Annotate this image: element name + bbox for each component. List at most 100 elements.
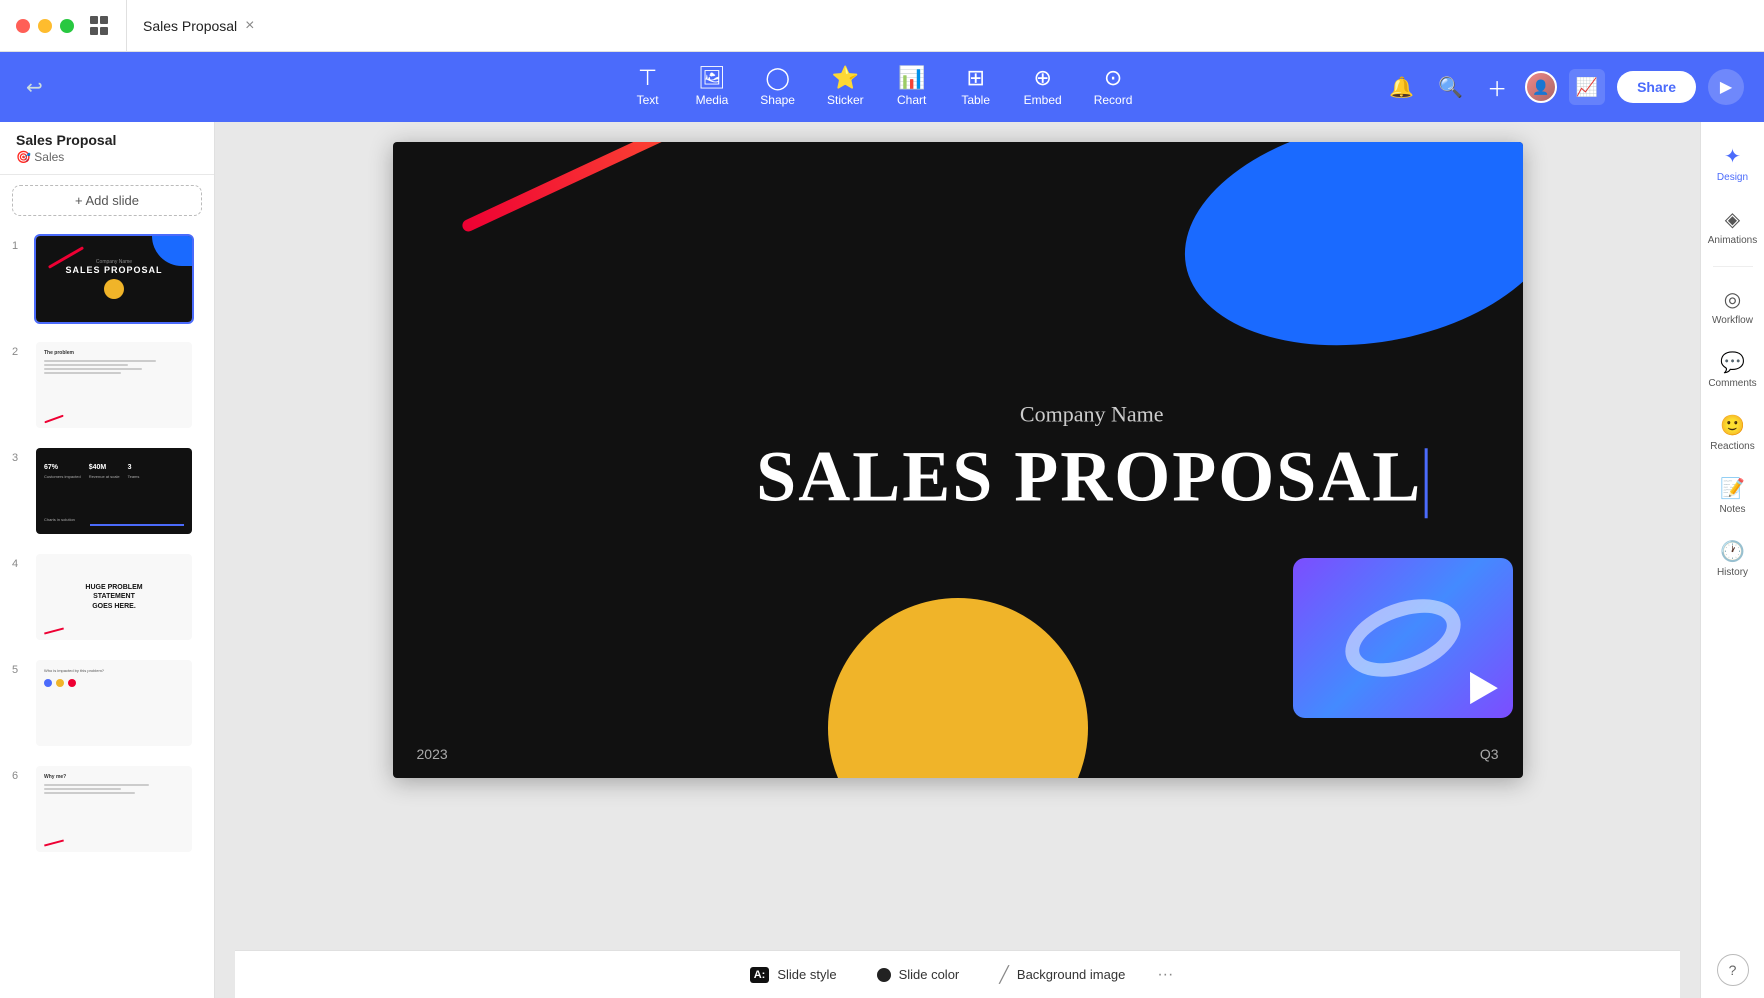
sticker-ring [1334,585,1471,692]
red-line [460,142,719,233]
bottom-bar: A: Slide style Slide color ╱ Background … [235,950,1680,998]
blue-shape [1166,142,1522,373]
sticker-icon: ⭐ [832,67,859,89]
slide-thumbnail[interactable]: Company Name SALES PROPOSAL [34,234,194,324]
background-image-item[interactable]: ╱ Background image [991,961,1133,989]
text-tool-label: Text [637,93,659,107]
breadcrumb-title: Sales Proposal [16,132,198,148]
sticker-tool-button[interactable]: ⭐ Sticker [813,61,878,113]
sticker[interactable] [1293,558,1513,718]
slide-year: 2023 [417,746,448,762]
workflow-icon: ◎ [1724,287,1741,312]
window-controls [0,0,127,51]
text-cursor [1424,449,1427,519]
table-icon: ⊞ [966,67,984,89]
right-panel: ✦ Design ◈ Animations ◎ Workflow 💬 Comme… [1700,122,1764,998]
slide-thumbnail[interactable]: The problem [34,340,194,430]
shape-tool-label: Shape [760,93,795,107]
tab-title: Sales Proposal [143,18,237,34]
slide-thumbnail[interactable]: Why me? [34,764,194,854]
avatar[interactable]: 👤 [1525,71,1557,103]
add-button[interactable]: ＋ [1481,69,1513,106]
slide-style-icon: A: [750,967,770,983]
list-item[interactable]: 4 HUGE PROBLEMSTATEMENTGOES HERE. [8,548,206,646]
notes-label: Notes [1719,504,1745,515]
list-item[interactable]: 5 Who is impacted by this problem? [8,654,206,752]
left-panel: Sales Proposal 🎯 Sales + Add slide 1 Com… [0,122,215,998]
slash-icon: ╱ [999,965,1009,985]
main-layout: Sales Proposal 🎯 Sales + Add slide 1 Com… [0,122,1764,998]
slide-canvas[interactable]: Company Name SALES PROPOSAL 2023 Q3 [393,142,1523,778]
analytics-button[interactable]: 📈 [1569,69,1605,105]
notes-icon: 📝 [1720,476,1745,501]
text-tool-button[interactable]: ⊤ Text [618,61,678,113]
slide-thumbnail[interactable]: 67% Customers impacted $40M Revenue at s… [34,446,194,536]
comments-label: Comments [1708,378,1756,389]
record-tool-label: Record [1094,93,1133,107]
media-tool-button[interactable]: 🖼 Media [682,61,743,113]
sticker-tool-label: Sticker [827,93,864,107]
more-options-button[interactable]: ··· [1157,966,1173,984]
canvas-area: Company Name SALES PROPOSAL 2023 Q3 A: S… [215,122,1700,998]
media-icon: 🖼 [698,67,726,89]
workflow-button[interactable]: ◎ Workflow [1705,277,1761,336]
help-button[interactable]: ? [1717,954,1749,986]
top-bar: Sales Proposal × [0,0,1764,52]
chart-tool-button[interactable]: 📊 Chart [882,61,942,113]
design-icon: ✦ [1724,144,1741,169]
add-slide-button[interactable]: + Add slide [12,185,202,216]
slide-number: 3 [12,452,26,464]
notification-button[interactable]: 🔔 [1383,71,1420,104]
tab[interactable]: Sales Proposal × [127,0,271,51]
close-dot[interactable] [16,19,30,33]
comments-button[interactable]: 💬 Comments [1705,340,1761,399]
workflow-label: Workflow [1712,315,1753,326]
animations-label: Animations [1708,235,1757,246]
table-tool-label: Table [961,93,990,107]
search-button[interactable]: 🔍 [1432,71,1469,104]
chart-tool-label: Chart [897,93,926,107]
toolbar-left: ↩ [20,69,49,106]
history-icon: 🕐 [1720,539,1745,564]
shape-tool-button[interactable]: ◯ Shape [746,61,809,113]
slide-number: 1 [12,240,26,252]
animations-button[interactable]: ◈ Animations [1705,197,1761,256]
slide-number: 2 [12,346,26,358]
slide-color-item[interactable]: Slide color [869,963,968,986]
history-label: History [1717,567,1748,578]
media-tool-label: Media [696,93,729,107]
grid-icon[interactable] [90,16,110,36]
reactions-label: Reactions [1710,441,1754,452]
slide-thumbnail[interactable]: Who is impacted by this problem? [34,658,194,748]
list-item[interactable]: 1 Company Name SALES PROPOSAL [8,230,206,328]
record-tool-button[interactable]: ⊙ Record [1080,61,1147,113]
right-divider [1713,266,1753,267]
slide-number: 5 [12,664,26,676]
undo-button[interactable]: ↩ [20,69,49,106]
slide-text-area: Company Name SALES PROPOSAL [756,401,1427,518]
record-icon: ⊙ [1104,67,1122,89]
tab-close-button[interactable]: × [245,17,254,35]
notes-button[interactable]: 📝 Notes [1705,466,1761,525]
play-button[interactable]: ▶ [1708,69,1744,105]
maximize-dot[interactable] [60,19,74,33]
slide-style-item[interactable]: A: Slide style [742,963,845,987]
list-item[interactable]: 3 67% Customers impacted $40M Revenue at… [8,442,206,540]
list-item[interactable]: 6 Why me? [8,760,206,858]
slide-quarter: Q3 [1480,746,1499,762]
company-name-text: Company Name [756,401,1427,427]
history-button[interactable]: 🕐 History [1705,529,1761,588]
list-item[interactable]: 2 The problem [8,336,206,434]
table-tool-button[interactable]: ⊞ Table [946,61,1006,113]
minimize-dot[interactable] [38,19,52,33]
slide-color-label: Slide color [899,967,960,982]
toolbar-right: 🔔 🔍 ＋ 👤 📈 Share ▶ [1383,69,1744,106]
design-label: Design [1717,172,1748,183]
slide-thumbnail[interactable]: HUGE PROBLEMSTATEMENTGOES HERE. [34,552,194,642]
background-image-label: Background image [1017,967,1125,982]
embed-tool-button[interactable]: ⊕ Embed [1010,61,1076,113]
slide-title-text: SALES PROPOSAL [756,435,1427,518]
reactions-button[interactable]: 🙂 Reactions [1705,403,1761,462]
share-button[interactable]: Share [1617,71,1696,103]
design-button[interactable]: ✦ Design [1705,134,1761,193]
